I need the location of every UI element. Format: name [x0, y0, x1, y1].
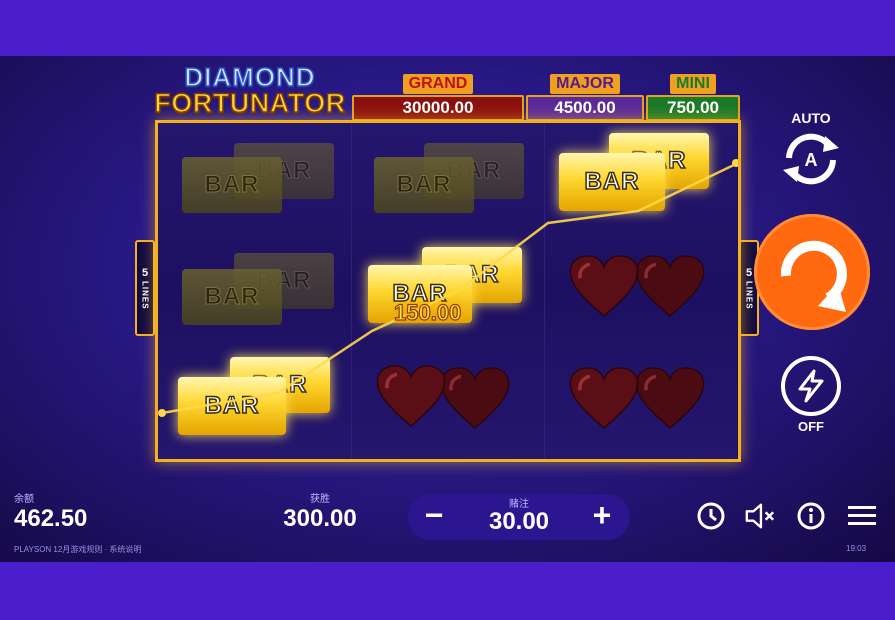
lightning-icon [781, 356, 841, 416]
logo-line-2: FORTUNATOR [154, 88, 346, 118]
autoplay-label: AUTO [791, 110, 831, 126]
reel-1: BAR BAR BAR BAR BAR BAR [158, 123, 351, 459]
reel-2: BAR BAR BAR BAR [351, 123, 544, 459]
bottom-border [0, 562, 895, 620]
turbo-label: OFF [798, 419, 824, 434]
jackpot-grand: GRAND 30000.00 [352, 74, 524, 121]
win-display: 获胜 300.00 [268, 490, 372, 533]
info-button[interactable] [795, 500, 827, 532]
bet-increase-button[interactable]: + [582, 498, 622, 534]
spin-icon [780, 240, 847, 312]
sound-button[interactable] [744, 500, 776, 532]
jackpot-grand-value: 30000.00 [352, 95, 524, 121]
bar-symbol: BAR [182, 269, 282, 325]
bar-symbol-win: BAR [559, 153, 665, 211]
bar-symbol-win: BAR [178, 377, 286, 435]
jackpot-mini: MINI 750.00 [646, 74, 740, 121]
game-logo: DIAMOND FORTUNATOR [150, 62, 350, 118]
lines-label: LINES [744, 280, 754, 310]
heart-symbol [440, 365, 510, 431]
balance-display: 余额 462.50 [14, 490, 87, 533]
spin-button[interactable] [754, 214, 870, 330]
win-caption: 获胜 [310, 494, 330, 505]
win-value: 300.00 [283, 505, 357, 532]
heart-symbol [635, 253, 705, 319]
info-icon [797, 502, 825, 530]
jackpot-major-value: 4500.00 [526, 95, 644, 121]
jackpot-mini-label: MINI [670, 74, 716, 94]
svg-text:A: A [805, 150, 818, 170]
game-area: DIAMOND FORTUNATOR GRAND 30000.00 MAJOR … [0, 56, 895, 562]
bar-symbol: BAR [182, 157, 282, 213]
clock-icon [697, 502, 725, 530]
win-popup-amount: 150.00 [393, 299, 462, 325]
reel-grid: BAR BAR BAR BAR BAR BAR BAR BAR BAR BAR [155, 120, 741, 462]
lines-badge-left: 5 LINES [135, 240, 155, 336]
logo-line-1: DIAMOND [184, 62, 316, 92]
bet-decrease-button[interactable]: − [414, 498, 454, 534]
menu-button[interactable] [846, 500, 878, 532]
turbo-button[interactable]: OFF [778, 356, 844, 434]
lines-count: 5 [745, 266, 753, 279]
history-button[interactable] [695, 500, 727, 532]
heart-symbol [569, 365, 639, 431]
autoplay-icon: A [783, 133, 839, 185]
hamburger-icon [848, 506, 876, 525]
heart-symbol [635, 365, 705, 431]
heart-symbol [376, 363, 446, 429]
footer-provider-text: PLAYSON 12月游戏规则 · 系统说明 [14, 545, 142, 554]
bar-symbol: BAR [374, 157, 474, 213]
reel-3: BAR BAR [544, 123, 737, 459]
jackpot-grand-label: GRAND [402, 74, 474, 94]
lines-label: LINES [140, 280, 150, 310]
balance-value: 462.50 [14, 505, 88, 532]
footer-clock: 19:03 [846, 544, 867, 553]
balance-caption: 余额 [14, 494, 34, 505]
jackpot-major: MAJOR 4500.00 [526, 74, 644, 121]
jackpot-major-label: MAJOR [550, 74, 620, 94]
speaker-muted-icon [745, 503, 775, 529]
jackpot-mini-value: 750.00 [646, 95, 740, 121]
heart-symbol [569, 253, 639, 319]
lines-count: 5 [141, 266, 149, 279]
game-screen: DIAMOND FORTUNATOR GRAND 30000.00 MAJOR … [0, 0, 895, 620]
bet-selector: 赌注 30.00 − + [408, 494, 630, 540]
autoplay-button[interactable]: AUTO A [774, 110, 848, 190]
